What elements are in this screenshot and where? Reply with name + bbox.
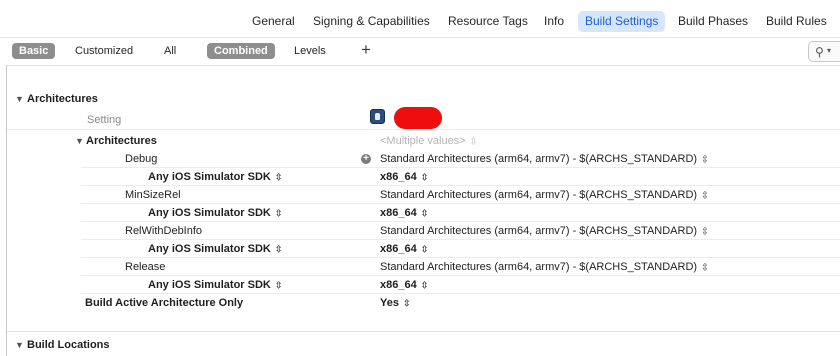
config-name: RelWithDebInfo bbox=[125, 225, 203, 237]
setting-row-build-active-architecture-only[interactable]: Build Active Architecture Only Yes ⇳ bbox=[7, 294, 840, 312]
setting-name: Architectures bbox=[86, 135, 157, 147]
divider bbox=[7, 331, 840, 332]
updown-chevron-icon: ⇳ bbox=[274, 243, 283, 255]
sdk-value[interactable]: x86_64 ⇳ bbox=[380, 168, 428, 186]
disclosure-triangle-icon[interactable]: ▼ bbox=[75, 132, 84, 150]
setting-column-label: Setting bbox=[87, 114, 122, 126]
display-levels-button[interactable]: Levels bbox=[287, 43, 333, 59]
sdk-row[interactable]: Any iOS Simulator SDK ⇳ x86_64 ⇳ bbox=[7, 276, 840, 294]
setting-name: Build Active Architecture Only bbox=[85, 297, 244, 309]
section-header-architectures[interactable]: ▼ Architectures bbox=[7, 90, 840, 108]
tab-build-settings[interactable]: Build Settings bbox=[578, 11, 666, 32]
setting-value[interactable]: Yes ⇳ bbox=[380, 294, 411, 312]
tab-info[interactable]: Info bbox=[537, 11, 571, 32]
updown-chevron-icon: ⇳ bbox=[274, 171, 283, 183]
updown-chevron-icon: ⇳ bbox=[274, 207, 283, 219]
setting-value[interactable]: <Multiple values> ⇳ bbox=[380, 132, 477, 150]
updown-chevron-icon: ⇳ bbox=[701, 189, 709, 201]
tab-signing-capabilities[interactable]: Signing & Capabilities bbox=[306, 11, 437, 32]
value-text: Standard Architectures (arm64, armv7) - … bbox=[380, 261, 698, 273]
scope-basic-button[interactable]: Basic bbox=[12, 43, 56, 59]
section-title: Build Locations bbox=[27, 339, 110, 351]
sdk-value-text: x86_64 bbox=[380, 171, 417, 183]
config-name: MinSizeRel bbox=[125, 189, 181, 201]
sdk-value-text: x86_64 bbox=[380, 243, 417, 255]
config-row-debug[interactable]: Debug Standard Architectures (arm64, arm… bbox=[7, 150, 840, 168]
sdk-value[interactable]: x86_64 ⇳ bbox=[380, 204, 428, 222]
sdk-text: Any iOS Simulator SDK bbox=[148, 207, 271, 219]
redacted-target-name bbox=[394, 107, 442, 129]
config-value[interactable]: Standard Architectures (arm64, armv7) - … bbox=[380, 258, 709, 276]
config-value[interactable]: Standard Architectures (arm64, armv7) - … bbox=[380, 150, 709, 168]
disclosure-triangle-icon[interactable]: ▼ bbox=[15, 90, 24, 108]
updown-chevron-icon: ⇳ bbox=[274, 279, 283, 291]
updown-chevron-icon: ⇳ bbox=[469, 135, 478, 147]
config-row-minsizerel[interactable]: MinSizeRel Standard Architectures (arm64… bbox=[7, 186, 840, 204]
filter-bar: Basic Customized All Combined Levels + ⚲… bbox=[0, 38, 840, 65]
sdk-value-text: x86_64 bbox=[380, 207, 417, 219]
sdk-value[interactable]: x86_64 ⇳ bbox=[380, 276, 428, 294]
display-combined-button[interactable]: Combined bbox=[207, 43, 275, 59]
updown-chevron-icon: ⇳ bbox=[420, 171, 429, 183]
sdk-value[interactable]: x86_64 ⇳ bbox=[380, 240, 428, 258]
editor-tab-bar: General Signing & Capabilities Resource … bbox=[0, 0, 840, 38]
tab-build-phases[interactable]: Build Phases bbox=[671, 11, 755, 32]
sdk-name[interactable]: Any iOS Simulator SDK ⇳ bbox=[148, 204, 282, 222]
tab-general[interactable]: General bbox=[245, 11, 302, 32]
setting-row-architectures[interactable]: ▼ Architectures <Multiple values> ⇳ bbox=[7, 132, 840, 150]
config-name: Release bbox=[125, 261, 166, 273]
section-header-build-locations[interactable]: ▼ Build Locations bbox=[7, 336, 840, 354]
sdk-row[interactable]: Any iOS Simulator SDK ⇳ x86_64 ⇳ bbox=[7, 240, 840, 258]
search-field[interactable]: ⚲ ▾ bbox=[808, 41, 840, 62]
value-text: Standard Architectures (arm64, armv7) - … bbox=[380, 189, 698, 201]
value-text: Yes bbox=[380, 297, 399, 309]
updown-chevron-icon: ⇳ bbox=[420, 243, 429, 255]
sdk-text: Any iOS Simulator SDK bbox=[148, 243, 271, 255]
multiple-values-text: <Multiple values> bbox=[380, 135, 466, 147]
magnifier-icon: ⚲ bbox=[815, 45, 824, 59]
scope-customized-button[interactable]: Customized bbox=[68, 43, 140, 59]
config-row-relwithdebinfo[interactable]: RelWithDebInfo Standard Architectures (a… bbox=[7, 222, 840, 240]
divider bbox=[7, 65, 840, 66]
updown-chevron-icon: ⇳ bbox=[420, 279, 429, 291]
updown-chevron-icon: ⇳ bbox=[701, 261, 709, 273]
sdk-row[interactable]: Any iOS Simulator SDK ⇳ x86_64 ⇳ bbox=[7, 204, 840, 222]
value-text: Standard Architectures (arm64, armv7) - … bbox=[380, 225, 698, 237]
config-row-release[interactable]: Release Standard Architectures (arm64, a… bbox=[7, 258, 840, 276]
tab-resource-tags[interactable]: Resource Tags bbox=[441, 11, 535, 32]
target-app-icon bbox=[370, 109, 385, 124]
add-condition-icon[interactable]: + bbox=[361, 154, 371, 164]
config-value[interactable]: Standard Architectures (arm64, armv7) - … bbox=[380, 222, 709, 240]
sdk-name[interactable]: Any iOS Simulator SDK ⇳ bbox=[148, 168, 282, 186]
updown-chevron-icon: ⇳ bbox=[701, 153, 709, 165]
updown-chevron-icon: ⇳ bbox=[420, 207, 429, 219]
sdk-text: Any iOS Simulator SDK bbox=[148, 279, 271, 291]
sdk-text: Any iOS Simulator SDK bbox=[148, 171, 271, 183]
config-name: Debug bbox=[125, 153, 158, 165]
tab-build-rules[interactable]: Build Rules bbox=[759, 11, 834, 32]
add-setting-button[interactable]: + bbox=[358, 41, 374, 59]
chevron-down-icon: ▾ bbox=[827, 46, 832, 55]
value-text: Standard Architectures (arm64, armv7) - … bbox=[380, 153, 698, 165]
divider bbox=[7, 129, 840, 130]
section-title: Architectures bbox=[27, 93, 98, 105]
updown-chevron-icon: ⇳ bbox=[402, 297, 411, 309]
disclosure-triangle-icon[interactable]: ▼ bbox=[15, 336, 24, 354]
sdk-value-text: x86_64 bbox=[380, 279, 417, 291]
updown-chevron-icon: ⇳ bbox=[701, 225, 709, 237]
scope-all-button[interactable]: All bbox=[157, 43, 183, 59]
config-value[interactable]: Standard Architectures (arm64, armv7) - … bbox=[380, 186, 709, 204]
sdk-name[interactable]: Any iOS Simulator SDK ⇳ bbox=[148, 240, 282, 258]
sdk-row[interactable]: Any iOS Simulator SDK ⇳ x86_64 ⇳ bbox=[7, 168, 840, 186]
sdk-name[interactable]: Any iOS Simulator SDK ⇳ bbox=[148, 276, 282, 294]
